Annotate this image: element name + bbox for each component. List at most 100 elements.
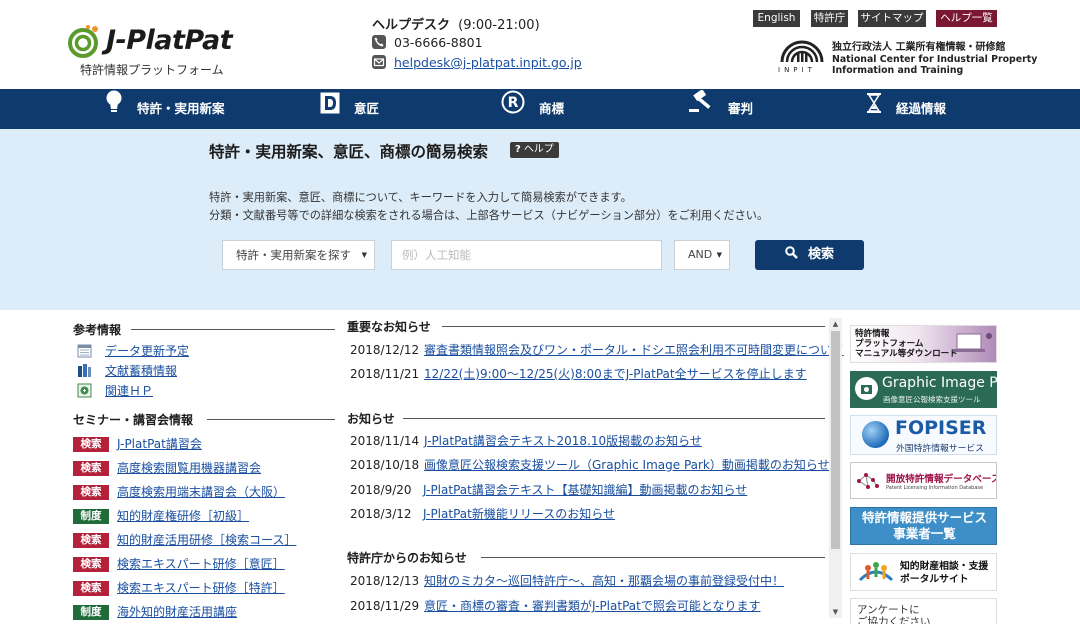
fopiser-banner[interactable]: FOPISER 外国特許情報サービス: [850, 415, 997, 455]
search-button[interactable]: 検索: [755, 240, 864, 270]
inpit-logo[interactable]: INPIT 独立行政法人 工業所有権情報・研修館 National Center…: [776, 38, 1037, 78]
seminar-link[interactable]: 海外知的財産活用講座: [117, 605, 237, 619]
news-link[interactable]: 12/22(土)9:00～12/25(火)8:00までJ-PlatPat全サービ…: [424, 367, 807, 381]
seminar-link[interactable]: 検索エキスパート研修［特許］: [117, 581, 285, 595]
ip-portal-banner[interactable]: 知的財産相談・支援 ポータルサイト: [850, 553, 997, 591]
category-badge: 検索: [73, 533, 109, 548]
category-badge: 制度: [73, 509, 109, 524]
link-icon: [77, 383, 92, 398]
news-scrollbar[interactable]: ▲ ▼: [829, 318, 842, 618]
news-link[interactable]: 審査書類情報照会及びワン・ポータル・ドシエ照会利用不可時間変更について: [424, 343, 844, 357]
seminar-link[interactable]: J-PlatPat講習会: [117, 437, 202, 451]
category-badge: 検索: [73, 461, 109, 476]
help-desk-title: ヘルプデスク: [372, 18, 451, 33]
scroll-down-arrow-icon[interactable]: ▼: [829, 606, 842, 618]
seminar-item[interactable]: 検索 J-PlatPat講習会: [73, 435, 202, 452]
category-badge: 制度: [73, 605, 109, 620]
keyword-search-input[interactable]: [391, 240, 662, 270]
divider: [442, 326, 825, 327]
seminar-link[interactable]: 知的財産権研修［初級］: [117, 509, 249, 523]
news-link[interactable]: J-PlatPat講習会テキスト【基礎知識編】動画掲載のお知らせ: [423, 483, 747, 497]
news-link[interactable]: 画像意匠公報検索支援ツール（Graphic Image Park）動画掲載のお知…: [424, 458, 830, 472]
seminar-item[interactable]: 制度 海外知的財産活用講座: [73, 603, 237, 620]
nav-patent[interactable]: 特許・実用新案: [105, 89, 225, 129]
help-list-link[interactable]: ヘルプ一覧: [936, 10, 997, 27]
ref-document-info-link[interactable]: 文献蓄積情報: [77, 362, 177, 378]
help-desk-email-link[interactable]: helpdesk@j-platpat.inpit.go.jp: [394, 55, 582, 70]
and-or-select[interactable]: AND ▼: [674, 240, 730, 270]
ref-data-update-link[interactable]: データ更新予定: [77, 342, 189, 358]
logo-mark-icon: [68, 25, 98, 58]
hourglass-icon: [866, 90, 882, 130]
manual-download-banner[interactable]: 特許情報 プラットフォーム マニュアル等ダウンロード: [850, 325, 997, 363]
help-desk-phone: 03-6666-8801: [394, 35, 483, 50]
site-header: J-PlatPat 特許情報プラットフォーム ヘルプデスク (9:00-21:0…: [0, 0, 1080, 89]
nav-progress[interactable]: 経過情報: [866, 89, 946, 129]
inpit-acronym: INPIT: [778, 66, 816, 74]
news-item: 2018/12/13 知財のミカタ～巡回特許庁～、高知・那覇会場の事前登録受付中！: [350, 572, 784, 589]
scroll-up-arrow-icon[interactable]: ▲: [829, 318, 842, 330]
j-platpat-logo[interactable]: J-PlatPat 特許情報プラットフォーム: [68, 18, 238, 80]
laptop-illustration-icon: [953, 333, 992, 352]
survey-banner[interactable]: アンケートに ご協力ください: [850, 598, 997, 624]
seminar-link[interactable]: 検索エキスパート研修［意匠］: [117, 557, 285, 571]
logo-wordmark: J-PlatPat: [106, 25, 233, 56]
category-badge: 検索: [73, 581, 109, 596]
english-link[interactable]: English: [753, 10, 800, 27]
inpit-name: 独立行政法人 工業所有権情報・研修館 National Center for I…: [832, 42, 1038, 76]
seminar-link[interactable]: 高度検索閲覧用機器講習会: [117, 461, 261, 475]
search-title: 特許・実用新案、意匠、商標の簡易検索: [209, 143, 489, 161]
lightbulb-icon: [105, 90, 123, 130]
network-icon: [857, 473, 879, 489]
dropdown-arrow-icon: ▼: [361, 251, 367, 259]
nav-trial[interactable]: 審判: [688, 88, 753, 129]
news-date: 2018/12/12: [350, 343, 420, 357]
news-link[interactable]: J-PlatPat講習会テキスト2018.10版掲載のお知らせ: [424, 434, 702, 448]
divider: [131, 329, 335, 330]
news-date: 2018/9/20: [350, 483, 412, 497]
image-park-icon: [855, 377, 878, 400]
seminar-item[interactable]: 検索 検索エキスパート研修［特許］: [73, 579, 285, 596]
news-item: 2018/11/14 J-PlatPat講習会テキスト2018.10版掲載のお知ら…: [350, 432, 702, 449]
seminar-item[interactable]: 検索 検索エキスパート研修［意匠］: [73, 555, 285, 572]
ref-related-hp-link[interactable]: 関連ＨＰ: [77, 382, 153, 398]
divider: [403, 418, 825, 419]
nav-trademark[interactable]: R 商標: [501, 89, 564, 129]
notice-title: お知らせ: [347, 412, 395, 426]
news-link[interactable]: 知財のミカタ～巡回特許庁～、高知・那覇会場の事前登録受付中！: [424, 574, 784, 588]
news-link[interactable]: J-PlatPat新機能リリースのお知らせ: [423, 507, 615, 521]
search-help-button[interactable]: ? ヘルプ: [510, 142, 559, 158]
news-date: 2018/11/14: [350, 434, 420, 448]
seminar-item[interactable]: 検索 知的財産活用研修［検索コース］: [73, 531, 296, 548]
people-support-icon: [858, 562, 894, 582]
news-item: 2018/11/21 12/22(土)9:00～12/25(火)8:00までJ-P…: [350, 365, 807, 382]
service-provider-list-banner[interactable]: 特許情報提供サービス 事業者一覧: [850, 507, 997, 545]
news-link[interactable]: 意匠・商標の審査・審判書類がJ-PlatPatで照会可能となります: [424, 599, 760, 613]
news-item: 2018/9/20 J-PlatPat講習会テキスト【基礎知識編】動画掲載のお知ら…: [350, 481, 747, 498]
seminar-link[interactable]: 高度検索用端末講習会（大阪）: [117, 485, 285, 499]
nav-design[interactable]: 意匠: [320, 89, 379, 129]
jpo-link[interactable]: 特許庁: [811, 10, 848, 27]
news-date: 2018/3/12: [350, 507, 412, 521]
search-type-select[interactable]: 特許・実用新案を探す ▼: [222, 240, 375, 270]
graphic-image-park-banner[interactable]: Graphic Image Park 画像意匠公報検索支援ツール: [850, 371, 997, 408]
category-badge: 検索: [73, 437, 109, 452]
mail-icon: [372, 55, 386, 69]
news-item: 2018/3/12 J-PlatPat新機能リリースのお知らせ: [350, 505, 615, 522]
scroll-thumb[interactable]: [831, 331, 840, 549]
seminar-link[interactable]: 知的財産活用研修［検索コース］: [117, 533, 296, 547]
important-news-title: 重要なお知らせ: [347, 320, 431, 334]
patent-licensing-database-banner[interactable]: 開放特許情報データベース Patent Licensing Informatio…: [850, 462, 997, 499]
registered-r-icon: R: [501, 90, 525, 130]
seminar-item[interactable]: 検索 高度検索閲覧用機器講習会: [73, 459, 261, 476]
news-item: 2018/12/12 審査書類情報照会及びワン・ポータル・ドシエ照会利用不可時間変…: [350, 341, 844, 358]
news-date: 2018/11/21: [350, 367, 420, 381]
seminar-info-title: セミナー・講習会情報: [73, 413, 194, 427]
svg-text:R: R: [508, 95, 519, 111]
sitemap-link[interactable]: サイトマップ: [858, 10, 926, 27]
news-item: 2018/10/18 画像意匠公報検索支援ツール（Graphic Image Pa…: [350, 456, 830, 473]
seminar-item[interactable]: 検索 高度検索用端末講習会（大阪）: [73, 483, 285, 500]
seminar-item[interactable]: 制度 知的財産権研修［初級］: [73, 507, 249, 524]
calendar-icon: [77, 343, 92, 358]
category-badge: 検索: [73, 485, 109, 500]
